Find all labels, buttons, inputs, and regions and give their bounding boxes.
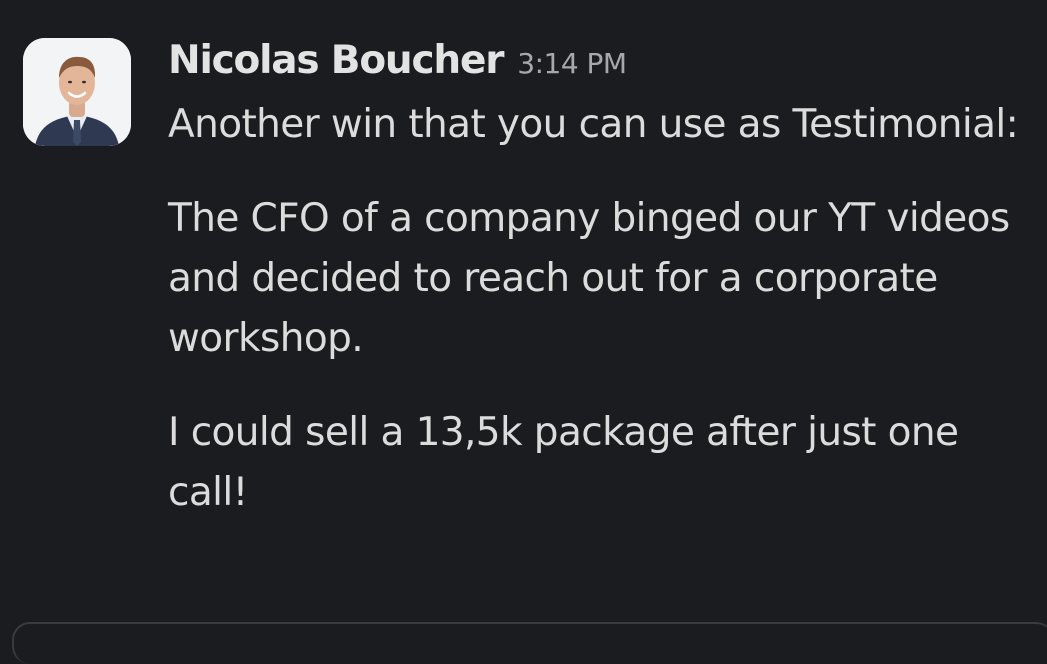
message-content: Nicolas Boucher 3:14 PM Another win that…: [168, 38, 1028, 523]
user-avatar-icon: [23, 38, 131, 146]
chat-message: Nicolas Boucher 3:14 PM Another win that…: [0, 0, 1047, 664]
message-input-edge: [12, 622, 1047, 664]
sender-name[interactable]: Nicolas Boucher: [168, 38, 504, 83]
avatar[interactable]: [23, 38, 131, 146]
message-header: Nicolas Boucher 3:14 PM: [168, 38, 1028, 98]
message-timestamp[interactable]: 3:14 PM: [517, 47, 627, 80]
message-paragraph: I could sell a 13,5k package after just …: [168, 410, 959, 515]
message-paragraph: The CFO of a company binged our YT video…: [168, 196, 1010, 361]
message-paragraph: Another win that you can use as Testimon…: [168, 102, 1019, 147]
